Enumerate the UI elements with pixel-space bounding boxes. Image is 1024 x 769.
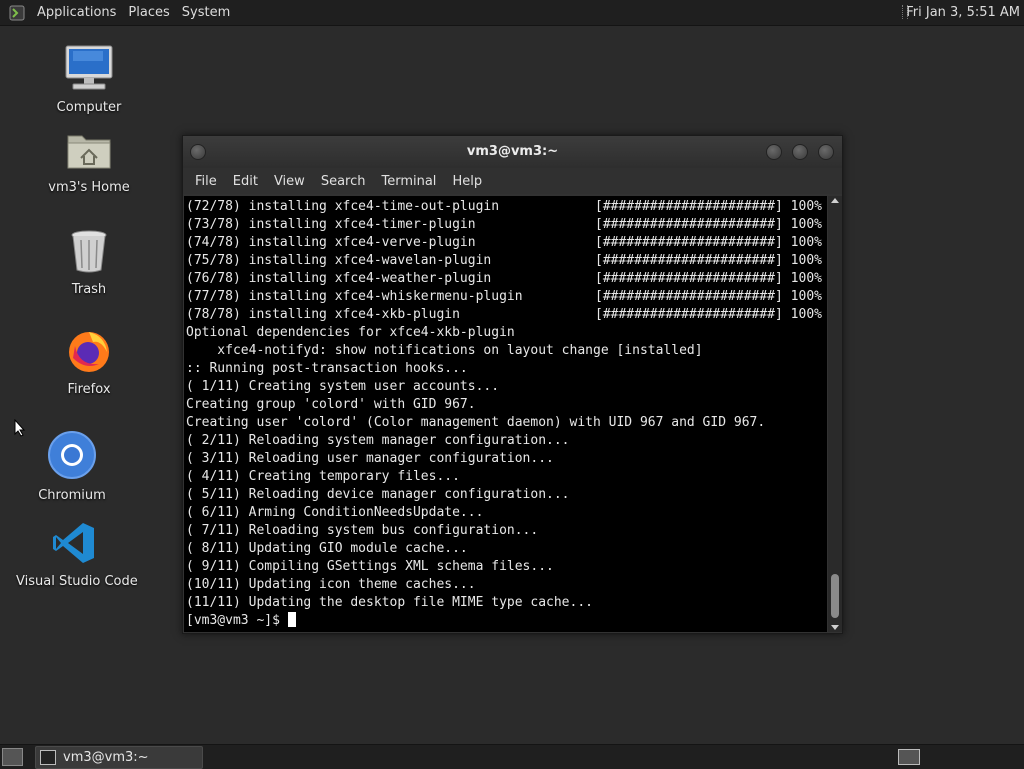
firefox-icon (69, 332, 109, 372)
terminal-line: ( 2/11) Reloading system manager configu… (186, 433, 570, 448)
computer-icon (65, 45, 113, 90)
progress-text: [######################] 100% (595, 271, 822, 286)
progress-text: [######################] 100% (595, 235, 822, 250)
desktop-icon-vscode[interactable]: Visual Studio Code (16, 520, 138, 589)
top-panel: Applications Places System Fri Jan 3, 5:… (0, 0, 1024, 26)
desktop-icon-label: Trash (71, 282, 107, 297)
vscode-icon (53, 523, 94, 563)
desktop-icon-label: Chromium (38, 488, 106, 503)
places-menu[interactable]: Places (122, 0, 175, 25)
desktop-icon-label: Computer (56, 100, 122, 115)
bottom-panel: vm3@vm3:~ (0, 744, 1024, 769)
terminal-line: Creating group 'colord' with GID 967. (186, 397, 476, 412)
terminal-line: (75/78) installing xfce4-wavelan-plugin [… (186, 252, 827, 270)
terminal-line: Creating user 'colord' (Color management… (186, 415, 766, 430)
chromium-icon (48, 431, 96, 479)
taskbar-item-label: vm3@vm3:~ (63, 750, 149, 765)
menu-help[interactable]: Help (444, 174, 490, 189)
terminal-line: (72/78) installing xfce4-time-out-plugin… (186, 198, 827, 216)
desktop-icon-chromium[interactable]: Chromium (36, 430, 108, 503)
mouse-pointer-icon (14, 419, 26, 437)
terminal-line: (77/78) installing xfce4-whiskermenu-plu… (186, 288, 827, 306)
desktop-icon-computer[interactable]: Computer (50, 44, 128, 115)
main-menu-logo-icon[interactable] (9, 5, 25, 21)
terminal-prompt-line[interactable]: [vm3@vm3 ~]$ (186, 612, 827, 630)
line-text: (77/78) installing xfce4-whiskermenu-plu… (186, 289, 523, 304)
minimize-button[interactable] (766, 144, 782, 160)
terminal-menubar: File Edit View Search Terminal Help (183, 168, 842, 194)
scroll-down-arrow-icon[interactable] (831, 625, 839, 630)
terminal-line: Optional dependencies for xfce4-xkb-plug… (186, 325, 515, 340)
terminal-line: (76/78) installing xfce4-weather-plugin [… (186, 270, 827, 288)
window-titlebar[interactable]: vm3@vm3:~ (183, 136, 842, 168)
terminal-line: (74/78) installing xfce4-verve-plugin [##… (186, 234, 827, 252)
taskbar-item-terminal[interactable]: vm3@vm3:~ (35, 746, 203, 769)
trash-icon (71, 230, 107, 273)
terminal-line: ( 8/11) Updating GIO module cache... (186, 541, 468, 556)
scroll-up-arrow-icon[interactable] (831, 198, 839, 203)
terminal-line: ( 3/11) Reloading user manager configura… (186, 451, 554, 466)
system-menu[interactable]: System (176, 0, 236, 25)
text-cursor (287, 612, 296, 627)
terminal-window[interactable]: vm3@vm3:~ File Edit View Search Terminal… (182, 135, 843, 634)
terminal-line: (73/78) installing xfce4-timer-plugin [##… (186, 216, 827, 234)
progress-text: [######################] 100% (595, 217, 822, 232)
terminal-line: ( 9/11) Compiling GSettings XML schema f… (186, 559, 554, 574)
terminal-scrollbar[interactable] (828, 196, 842, 632)
terminal-line: ( 5/11) Reloading device manager configu… (186, 487, 570, 502)
line-text: (76/78) installing xfce4-weather-plugin (186, 271, 492, 286)
scrollbar-thumb[interactable] (831, 574, 839, 618)
line-text: (73/78) installing xfce4-timer-plugin (186, 217, 476, 232)
window-title: vm3@vm3:~ (466, 144, 559, 159)
terminal-line: (10/11) Updating icon theme caches... (186, 577, 476, 592)
desktop-icon-label: Visual Studio Code (16, 574, 138, 589)
menu-edit[interactable]: Edit (225, 174, 266, 189)
home-folder-icon (67, 135, 111, 169)
progress-text: [######################] 100% (595, 199, 822, 214)
desktop-icon-home[interactable]: vm3's Home (48, 128, 130, 195)
desktop-icon-label: Firefox (67, 382, 111, 397)
terminal-line: (78/78) installing xfce4-xkb-plugin [####… (186, 306, 827, 324)
line-text: (78/78) installing xfce4-xkb-plugin (186, 307, 460, 322)
terminal-line: :: Running post-transaction hooks... (186, 361, 468, 376)
progress-text: [######################] 100% (595, 307, 822, 322)
desktop-icon-label: vm3's Home (48, 180, 130, 195)
terminal-line: ( 1/11) Creating system user accounts... (186, 379, 500, 394)
terminal-icon (40, 750, 56, 765)
menu-search[interactable]: Search (313, 174, 374, 189)
terminal-line: (11/11) Updating the desktop file MIME t… (186, 595, 593, 610)
progress-text: [######################] 100% (595, 253, 822, 268)
applications-menu[interactable]: Applications (31, 0, 122, 25)
terminal-output[interactable]: (72/78) installing xfce4-time-out-plugin… (184, 196, 827, 632)
clock[interactable]: Fri Jan 3, 5:51 AM (906, 0, 1020, 25)
maximize-button[interactable] (792, 144, 808, 160)
line-text: (74/78) installing xfce4-verve-plugin (186, 235, 476, 250)
workspace-switcher[interactable] (898, 749, 920, 765)
desktop-icon-firefox[interactable]: Firefox (58, 326, 120, 397)
terminal-line: xfce4-notifyd: show notifications on lay… (186, 343, 703, 358)
line-text: (72/78) installing xfce4-time-out-plugin (186, 199, 500, 214)
menu-file[interactable]: File (187, 174, 225, 189)
window-menu-button[interactable] (190, 144, 206, 160)
line-text: (75/78) installing xfce4-wavelan-plugin (186, 253, 492, 268)
terminal-line: ( 4/11) Creating temporary files... (186, 469, 460, 484)
progress-text: [######################] 100% (595, 289, 822, 304)
shell-prompt: [vm3@vm3 ~]$ (186, 613, 288, 628)
show-desktop-button[interactable] (2, 748, 23, 766)
close-button[interactable] (818, 144, 834, 160)
terminal-line: ( 7/11) Reloading system bus configurati… (186, 523, 539, 538)
menu-terminal[interactable]: Terminal (373, 174, 444, 189)
terminal-line: ( 6/11) Arming ConditionNeedsUpdate... (186, 505, 484, 520)
menu-view[interactable]: View (266, 174, 313, 189)
desktop-icon-trash[interactable]: Trash (58, 228, 120, 297)
